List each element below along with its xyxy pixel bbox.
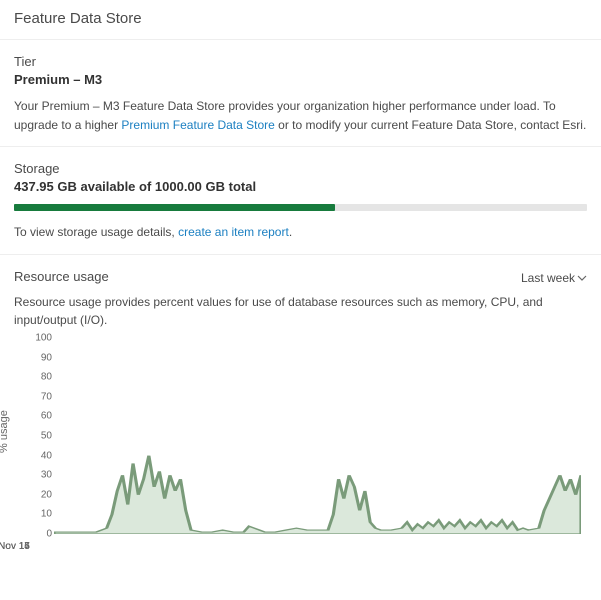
storage-report-suffix: . (289, 225, 292, 239)
chart-y-tick: 0 (34, 528, 52, 539)
chart-y-axis-label: % usage (0, 410, 10, 453)
page-title: Feature Data Store (0, 0, 601, 40)
premium-feature-data-store-link[interactable]: Premium Feature Data Store (121, 118, 274, 132)
create-item-report-link[interactable]: create an item report (178, 225, 289, 239)
tier-desc-suffix: or to modify your current Feature Data S… (275, 118, 586, 132)
storage-summary: 437.95 GB available of 1000.00 GB total (14, 179, 587, 194)
chart-y-tick: 80 (34, 372, 52, 383)
resource-usage-chart: % usage 0102030405060708090100 Nov 14Nov… (14, 338, 587, 556)
storage-label: Storage (14, 161, 587, 176)
tier-section: Tier Premium – M3 Your Premium – M3 Feat… (0, 40, 601, 147)
chart-y-tick: 20 (34, 489, 52, 500)
resource-usage-section: Resource usage Last week Resource usage … (0, 255, 601, 568)
resource-label: Resource usage (14, 269, 109, 284)
tier-description: Your Premium – M3 Feature Data Store pro… (14, 97, 587, 134)
chart-y-tick: 30 (34, 470, 52, 481)
resource-header: Resource usage Last week (14, 269, 587, 287)
chart-y-tick: 40 (34, 450, 52, 461)
chart-x-tick: Nov 17 (0, 541, 30, 552)
chart-y-tick: 10 (34, 509, 52, 520)
tier-label: Tier (14, 54, 587, 69)
chart-y-tick: 60 (34, 411, 52, 422)
chart-y-tick: 50 (34, 430, 52, 441)
storage-report: To view storage usage details, create an… (14, 223, 587, 242)
chart-y-tick: 70 (34, 391, 52, 402)
tier-value: Premium – M3 (14, 72, 587, 87)
usage-area-series (54, 456, 581, 534)
chevron-down-icon (577, 273, 587, 283)
chart-y-tick: 100 (34, 332, 52, 343)
resource-desc: Resource usage provides percent values f… (14, 293, 587, 330)
storage-progress-track (14, 204, 587, 211)
storage-section: Storage 437.95 GB available of 1000.00 G… (0, 147, 601, 255)
storage-report-prefix: To view storage usage details, (14, 225, 178, 239)
chart-plot-area (54, 338, 581, 534)
chart-y-tick: 90 (34, 352, 52, 363)
storage-progress-fill (14, 204, 335, 211)
time-range-dropdown[interactable]: Last week (521, 271, 587, 285)
time-range-label: Last week (521, 271, 575, 285)
